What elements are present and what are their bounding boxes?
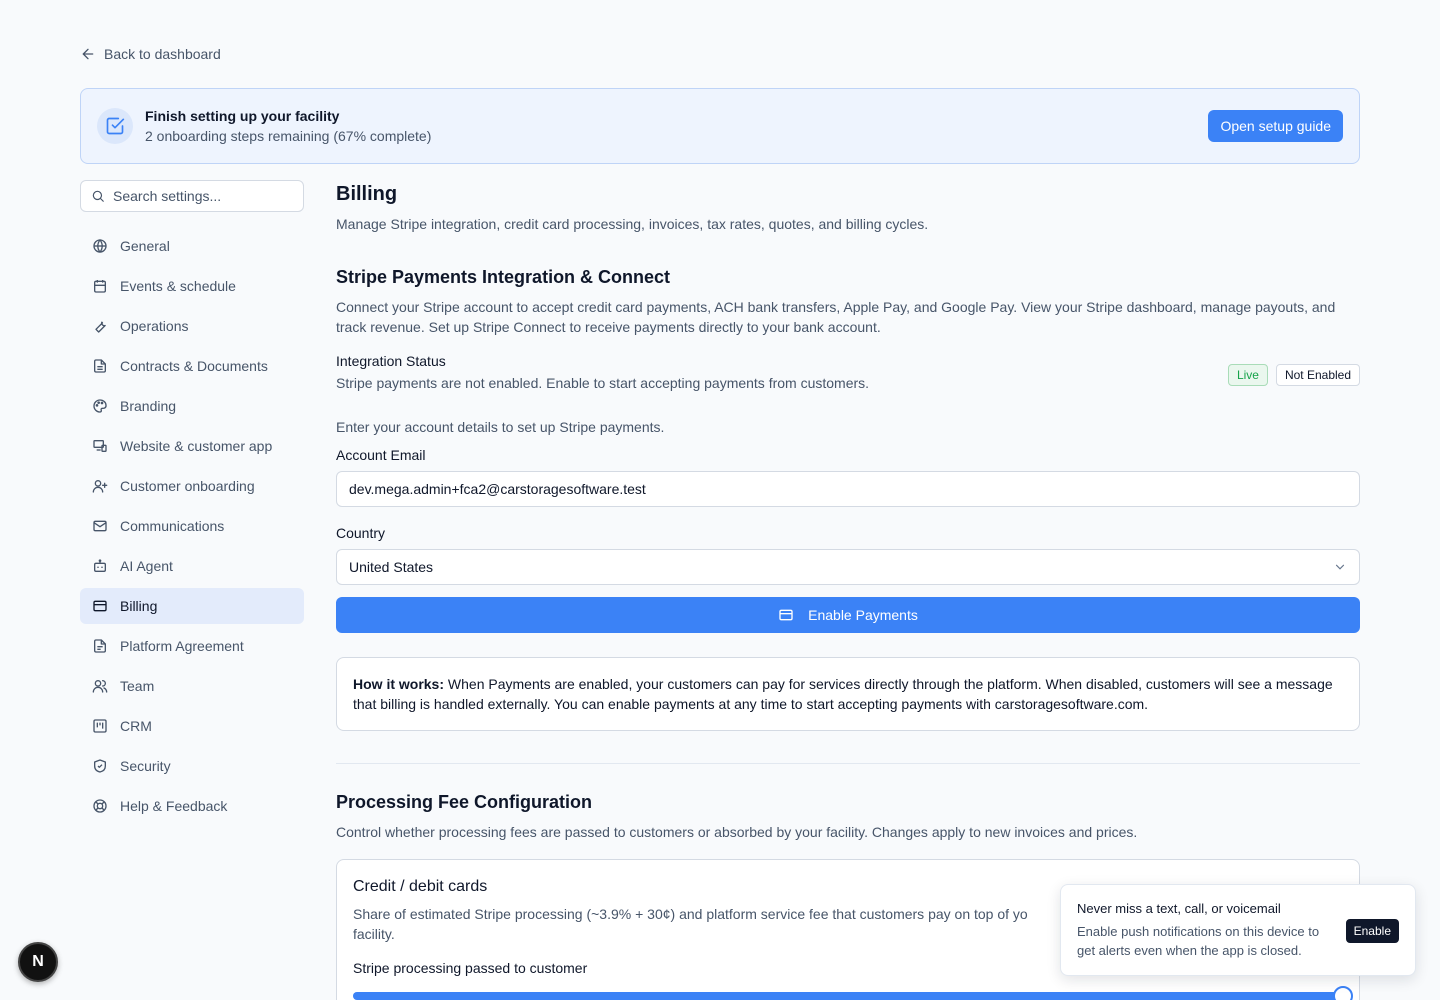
sidebar-item-label: Website & customer app	[120, 438, 273, 454]
how-it-works-heading: How it works:	[353, 676, 445, 692]
mail-icon	[93, 520, 107, 532]
sidebar-item-label: Operations	[120, 318, 189, 334]
sidebar-item-label: Branding	[120, 398, 177, 414]
account-details-note: Enter your account details to set up Str…	[336, 419, 665, 435]
chevron-down-icon	[1335, 564, 1345, 570]
settings-search[interactable]	[80, 180, 304, 212]
shield-icon	[94, 759, 106, 773]
banner-subtitle: 2 onboarding steps remaining (67% comple…	[145, 128, 432, 144]
sidebar-item-label: Communications	[120, 518, 225, 534]
sidebar-item-branding[interactable]: Branding	[80, 388, 304, 424]
sidebar-item-label: Contracts & Documents	[120, 358, 268, 374]
page-title: Billing	[336, 183, 398, 205]
banner-icon-wrap	[97, 108, 133, 144]
sidebar-item-help-feedback[interactable]: Help & Feedback	[80, 788, 304, 824]
status-badges: Live Not Enabled	[1227, 364, 1360, 386]
wrench-icon	[95, 321, 106, 333]
sidebar-item-contracts-documents[interactable]: Contracts & Documents	[80, 348, 304, 384]
user-plus-icon	[92, 480, 108, 493]
document-icon	[94, 359, 106, 373]
sidebar-item-crm[interactable]: CRM	[80, 708, 304, 744]
credit-card-icon	[93, 600, 107, 612]
file-text-icon	[94, 639, 106, 653]
integration-status-description: Stripe payments are not enabled. Enable …	[336, 375, 870, 391]
sidebar-item-billing[interactable]: Billing	[80, 588, 304, 624]
lifebuoy-icon	[93, 799, 107, 813]
sidebar-item-events-schedule[interactable]: Events & schedule	[80, 268, 304, 304]
billing-main: Billing Manage Stripe integration, credi…	[336, 180, 1360, 1000]
page-description: Manage Stripe integration, credit card p…	[336, 216, 929, 232]
sidebar-item-label: Events & schedule	[120, 278, 236, 294]
processing-fee-slider[interactable]	[353, 986, 1353, 1000]
sidebar-item-ai-agent[interactable]: AI Agent	[80, 548, 304, 584]
stripe-section-title: Stripe Payments Integration & Connect	[336, 267, 671, 287]
palette-icon	[93, 399, 107, 413]
integration-status-label: Integration Status	[336, 353, 446, 369]
sidebar-item-label: Security	[120, 758, 171, 774]
card-fee-description-tail: facility.	[353, 926, 395, 942]
banner-text: Finish setting up your facility 2 onboar…	[145, 108, 1208, 144]
sidebar-item-platform-agreement[interactable]: Platform Agreement	[80, 628, 304, 664]
integration-status: Integration Status Stripe payments are n…	[336, 353, 1360, 401]
country-value: United States	[349, 559, 434, 575]
sidebar-item-label: Billing	[120, 598, 158, 614]
setup-banner: Finish setting up your facility 2 onboar…	[80, 88, 1360, 164]
card-fee-description-line: Share of estimated Stripe processing (~3…	[353, 906, 1028, 922]
sidebar-item-label: Team	[120, 678, 155, 694]
enable-notifications-button[interactable]: Enable	[1345, 919, 1399, 943]
open-setup-guide-button[interactable]: Open setup guide	[1208, 110, 1343, 142]
toast-text: Never miss a text, call, or voicemail En…	[1077, 901, 1334, 960]
sidebar-item-website-customer-app[interactable]: Website & customer app	[80, 428, 304, 464]
how-it-works-text: When Payments are enabled, your customer…	[353, 676, 1333, 712]
account-email-label: Account Email	[336, 447, 426, 463]
toast-title: Never miss a text, call, or voicemail	[1077, 900, 1281, 916]
fee-section-description: Control whether processing fees are pass…	[336, 824, 1138, 840]
search-input[interactable]	[113, 188, 293, 204]
toast-description: Enable push notifications on this device…	[1077, 923, 1320, 958]
sidebar-item-operations[interactable]: Operations	[80, 308, 304, 344]
sidebar-item-label: AI Agent	[120, 558, 173, 574]
globe-icon	[93, 238, 107, 254]
enable-payments-button[interactable]: Enable Payments	[336, 597, 1360, 633]
card-fee-description: Share of estimated Stripe processing (~3…	[353, 904, 1073, 944]
country-label: Country	[336, 525, 386, 541]
back-to-dashboard-link[interactable]: Back to dashboard	[80, 46, 221, 62]
not-enabled-badge: Not Enabled	[1275, 364, 1360, 386]
search-icon	[92, 190, 104, 202]
slider-fill	[353, 992, 1343, 1000]
sidebar-item-label: Platform Agreement	[120, 638, 244, 654]
dev-tools-badge[interactable]: N	[18, 942, 58, 982]
devices-icon	[93, 440, 107, 452]
kanban-icon	[93, 719, 107, 733]
enable-payments-label: Enable Payments	[808, 607, 918, 623]
credit-card-icon	[779, 609, 793, 621]
users-icon	[92, 680, 108, 693]
sidebar-item-communications[interactable]: Communications	[80, 508, 304, 544]
settings-sidebar: General Events & schedule Operations Con…	[80, 180, 304, 828]
sidebar-item-label: General	[120, 238, 170, 254]
checkbox-icon	[106, 117, 125, 135]
sidebar-item-security[interactable]: Security	[80, 748, 304, 784]
sidebar-item-label: Help & Feedback	[120, 798, 228, 814]
how-it-works-box: How it works: When Payments are enabled,…	[336, 657, 1360, 731]
country-select[interactable]: United States	[336, 549, 1360, 585]
bot-icon	[94, 559, 106, 572]
arrow-left-icon	[82, 48, 94, 60]
sidebar-item-label: CRM	[120, 718, 152, 734]
account-email-field[interactable]: dev.mega.admin+fca2@carstoragesoftware.t…	[336, 471, 1360, 507]
account-email-value: dev.mega.admin+fca2@carstoragesoftware.t…	[349, 481, 646, 497]
push-notification-toast: Never miss a text, call, or voicemail En…	[1060, 884, 1416, 976]
banner-title: Finish setting up your facility	[145, 108, 340, 124]
fee-section-title: Processing Fee Configuration	[336, 792, 593, 812]
sidebar-item-general[interactable]: General	[80, 228, 304, 264]
sidebar-item-team[interactable]: Team	[80, 668, 304, 704]
back-link-label: Back to dashboard	[104, 46, 221, 62]
live-badge: Live	[1227, 364, 1268, 386]
sidebar-item-label: Customer onboarding	[120, 478, 255, 494]
slider-thumb[interactable]	[1333, 986, 1353, 1000]
sidebar-item-customer-onboarding[interactable]: Customer onboarding	[80, 468, 304, 504]
stripe-section-description: Connect your Stripe account to accept cr…	[336, 299, 1336, 335]
calendar-icon	[94, 280, 106, 293]
section-divider	[336, 763, 1360, 764]
